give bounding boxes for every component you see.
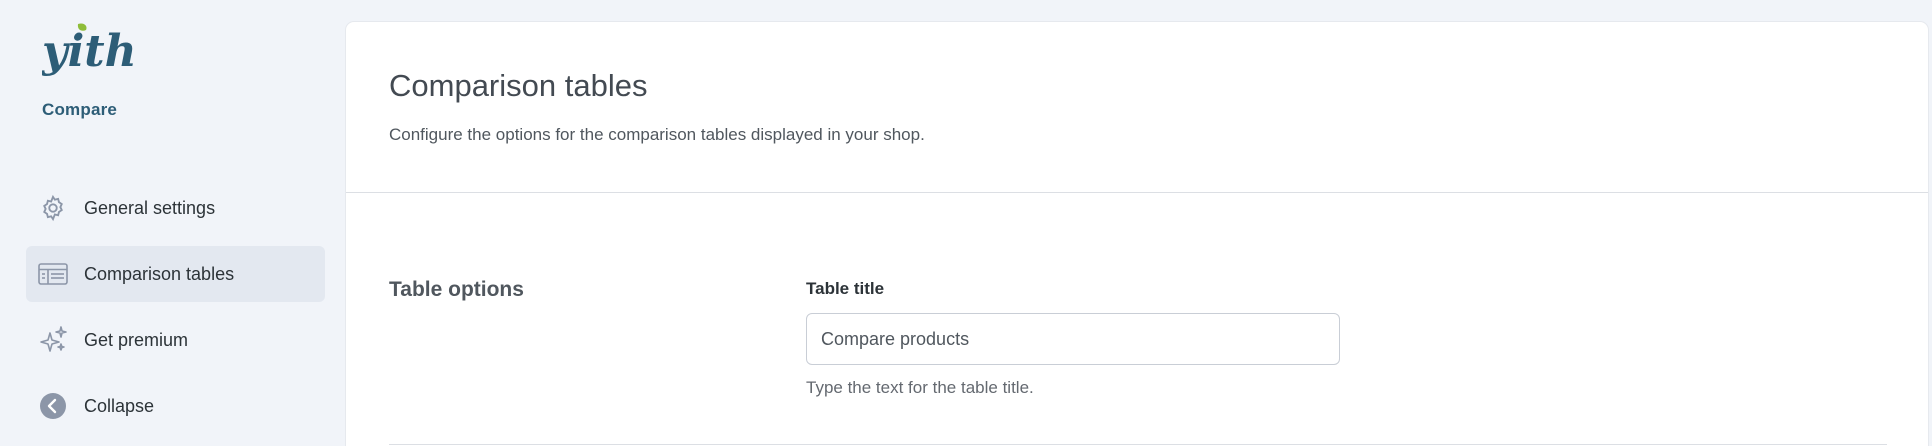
section-divider	[389, 444, 1887, 445]
sidebar-item-general-settings[interactable]: General settings	[26, 180, 325, 236]
brand-name: Compare	[42, 100, 118, 119]
header-divider	[346, 192, 1928, 193]
page-description: Configure the options for the comparison…	[389, 125, 925, 144]
sidebar-collapse-button[interactable]: Collapse	[26, 378, 325, 434]
sidebar: yith Compare General settings Comparison…	[0, 0, 346, 446]
table-title-input[interactable]	[806, 313, 1340, 365]
brand-logo-link[interactable]: yith	[42, 22, 138, 86]
sidebar-item-label: Get premium	[84, 329, 189, 350]
sidebar-item-label: General settings	[84, 197, 216, 218]
sidebar-item-label: Comparison tables	[84, 263, 235, 284]
main-panel: Comparison tables Configure the options …	[346, 22, 1928, 446]
table-title-label: Table title	[806, 279, 885, 298]
yith-logo: yith	[42, 23, 137, 77]
sidebar-item-get-premium[interactable]: Get premium	[26, 312, 325, 368]
app-root: yith Compare General settings Comparison…	[0, 0, 1932, 446]
sidebar-nav: General settings Comparison tables Get p…	[26, 180, 325, 444]
table-icon	[38, 259, 68, 289]
sidebar-item-comparison-tables[interactable]: Comparison tables	[26, 246, 325, 302]
sidebar-item-label: Collapse	[84, 395, 155, 416]
table-title-help: Type the text for the table title.	[806, 378, 1034, 397]
collapse-arrow-icon	[38, 391, 68, 421]
sparkles-icon	[38, 325, 68, 355]
gear-icon	[38, 193, 68, 223]
page-title: Comparison tables	[389, 68, 648, 103]
svg-text:yith: yith	[42, 26, 137, 77]
section-title: Table options	[389, 278, 524, 301]
